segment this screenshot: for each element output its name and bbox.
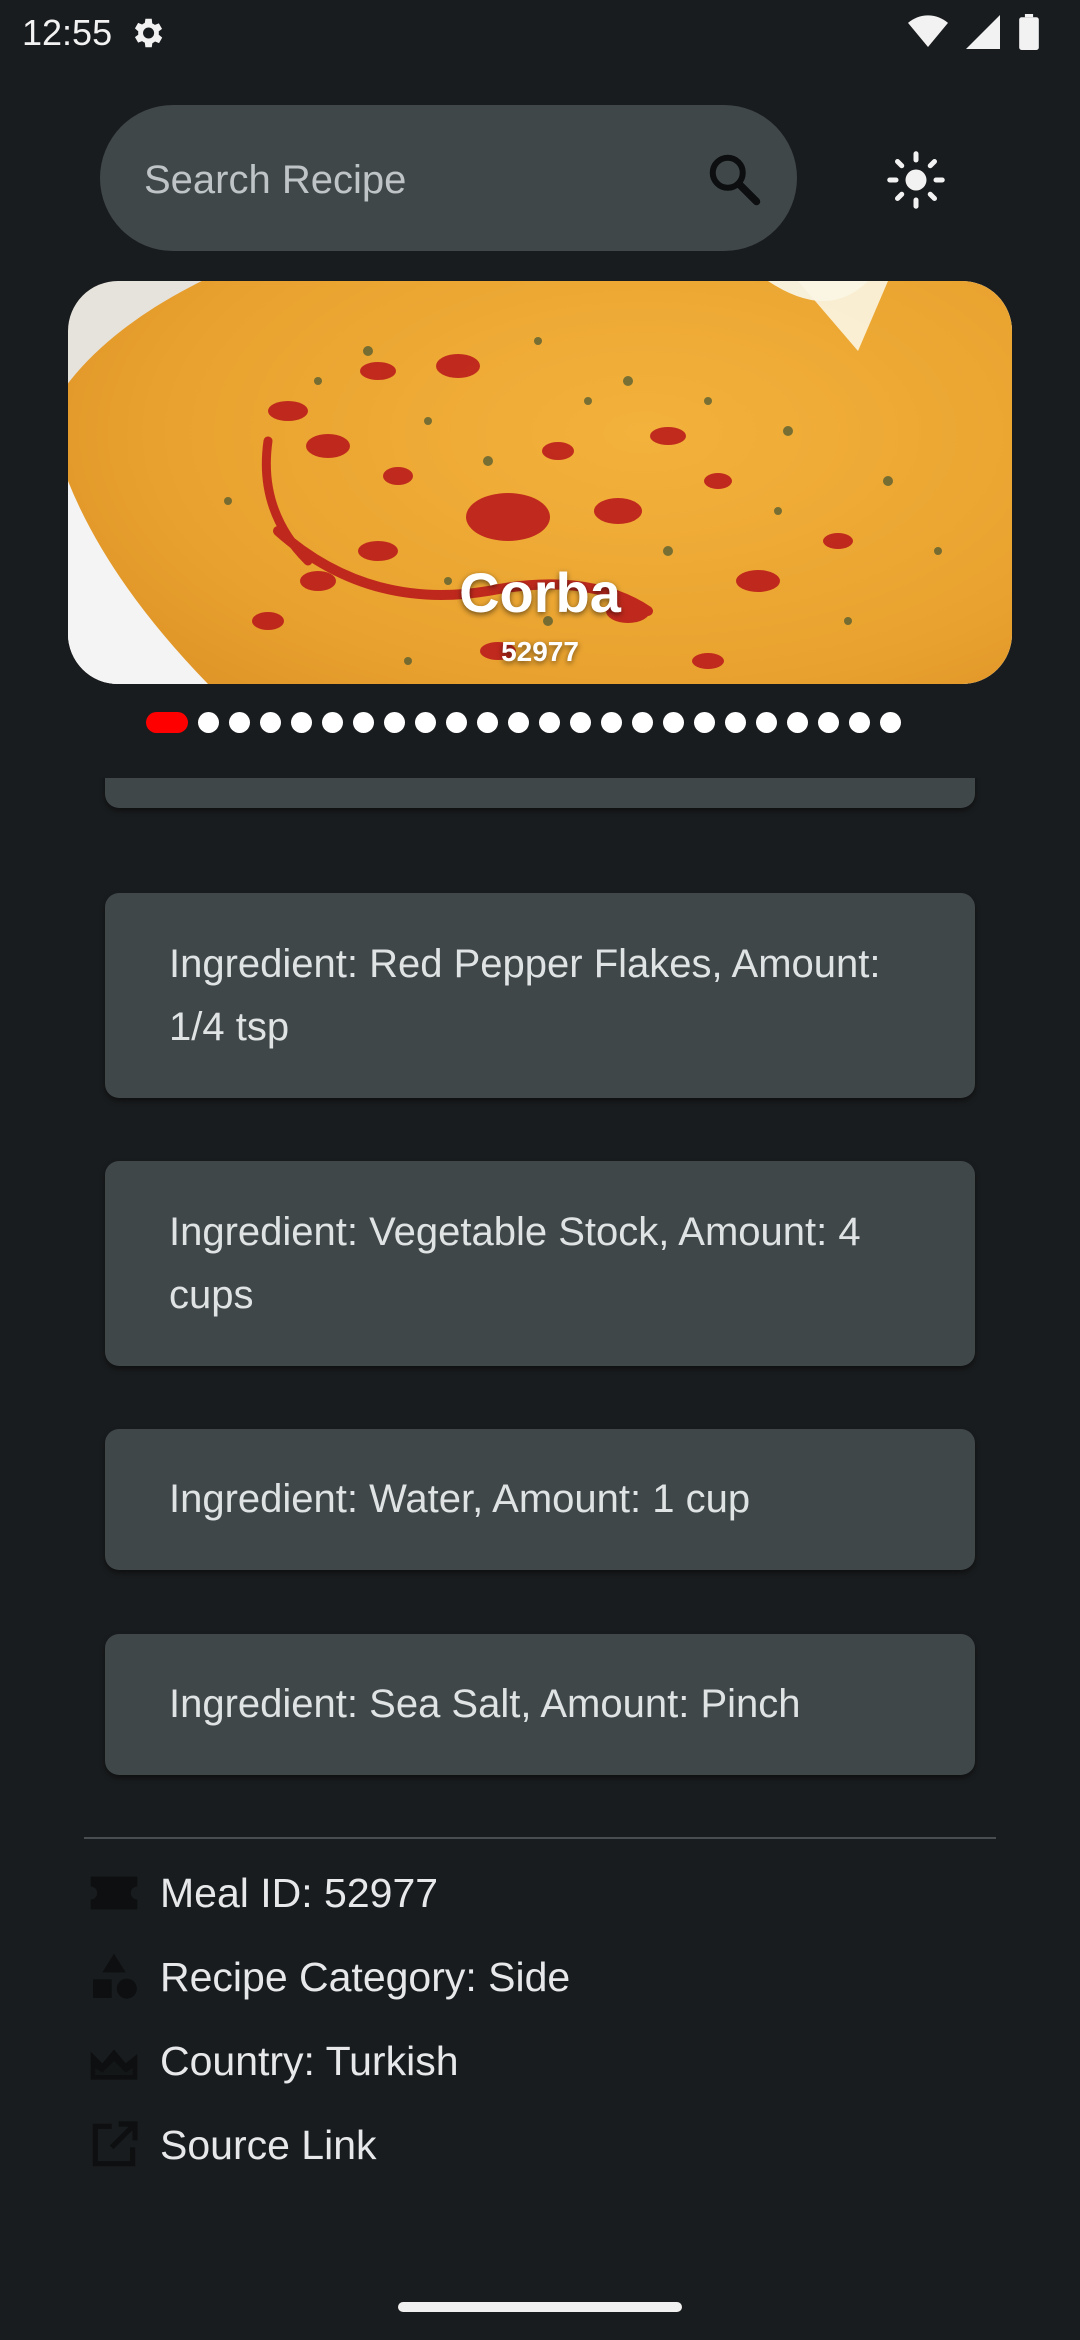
ingredient-card: Ingredient: Vegetable Stock, Amount: 4 c… xyxy=(105,1161,975,1366)
ingredients-list[interactable]: Ingredient: Red Pepper Flakes, Amount: 1… xyxy=(0,778,1080,1828)
page-dot[interactable] xyxy=(322,711,343,733)
page-dot[interactable] xyxy=(601,711,622,733)
country-text: Country: Turkish xyxy=(160,2037,459,2084)
category-shapes-icon xyxy=(93,1953,137,1999)
ingredient-card: Ingredient: Sea Salt, Amount: Pinch xyxy=(105,1634,975,1775)
page-dot[interactable] xyxy=(446,711,467,733)
page-dot[interactable] xyxy=(198,711,219,733)
page-dot[interactable] xyxy=(756,711,777,733)
battery-icon xyxy=(1019,14,1039,50)
page-dot[interactable] xyxy=(539,711,560,733)
recipe-category-text: Recipe Category: Side xyxy=(160,1953,571,2000)
search-bar[interactable] xyxy=(100,105,797,251)
sun-icon[interactable] xyxy=(886,150,946,210)
ingredient-card: Ingredient: Water, Amount: 1 cup xyxy=(105,1429,975,1570)
page-dot[interactable] xyxy=(694,711,715,733)
page-dot[interactable] xyxy=(818,711,839,733)
page-dot[interactable] xyxy=(663,711,684,733)
wifi-icon xyxy=(908,15,948,48)
page-dot[interactable] xyxy=(508,711,529,733)
carousel-recipe-id: 52977 xyxy=(501,636,579,667)
source-link-row[interactable]: Source Link xyxy=(86,2115,377,2175)
page-dot[interactable] xyxy=(849,711,870,733)
ingredient-card: Ingredient: Red Pepper Flakes, Amount: 1… xyxy=(105,893,975,1098)
ingredient-text: Ingredient: Vegetable Stock, Amount: 4 c… xyxy=(169,1210,861,1317)
page-dot-active[interactable] xyxy=(146,711,188,733)
page-dot[interactable] xyxy=(415,711,436,733)
page-dot[interactable] xyxy=(570,711,591,733)
source-link[interactable]: Source Link xyxy=(160,2122,377,2169)
landscape-icon xyxy=(90,2049,138,2080)
page-dot[interactable] xyxy=(880,711,901,733)
recipe-category-row: Recipe Category: Side xyxy=(86,1947,570,2007)
home-indicator[interactable] xyxy=(398,2302,682,2312)
page-dot[interactable] xyxy=(353,711,374,733)
page-dot[interactable] xyxy=(787,711,808,733)
page-dot[interactable] xyxy=(229,711,250,733)
search-icon[interactable] xyxy=(704,149,764,209)
ingredient-text: Ingredient: Red Pepper Flakes, Amount: 1… xyxy=(169,942,881,1049)
status-time: 12:55 xyxy=(22,12,113,53)
ingredient-card-partial xyxy=(105,778,975,808)
page-dot[interactable] xyxy=(725,711,746,733)
carousel-page-indicator[interactable] xyxy=(146,710,901,734)
page-dot[interactable] xyxy=(384,711,405,733)
section-divider xyxy=(84,1837,996,1839)
meal-id-row: Meal ID: 52977 xyxy=(86,1863,438,1923)
meal-id-text: Meal ID: 52977 xyxy=(160,1869,439,1916)
carousel-recipe-title: Corba xyxy=(459,561,621,624)
page-dot[interactable] xyxy=(260,711,281,733)
settings-gear-icon xyxy=(134,18,163,48)
ingredient-text: Ingredient: Sea Salt, Amount: Pinch xyxy=(169,1682,801,1726)
page-dot[interactable] xyxy=(291,711,312,733)
search-input[interactable] xyxy=(142,149,666,211)
ingredient-text: Ingredient: Water, Amount: 1 cup xyxy=(169,1477,751,1521)
open-in-new-icon[interactable] xyxy=(86,2117,142,2173)
cellular-signal-icon xyxy=(966,15,1000,49)
status-bar: 12:55 xyxy=(0,0,1080,64)
page-dot[interactable] xyxy=(477,711,498,733)
ticket-icon xyxy=(90,1876,138,1910)
country-row: Country: Turkish xyxy=(86,2031,459,2091)
page-dot[interactable] xyxy=(632,711,653,733)
